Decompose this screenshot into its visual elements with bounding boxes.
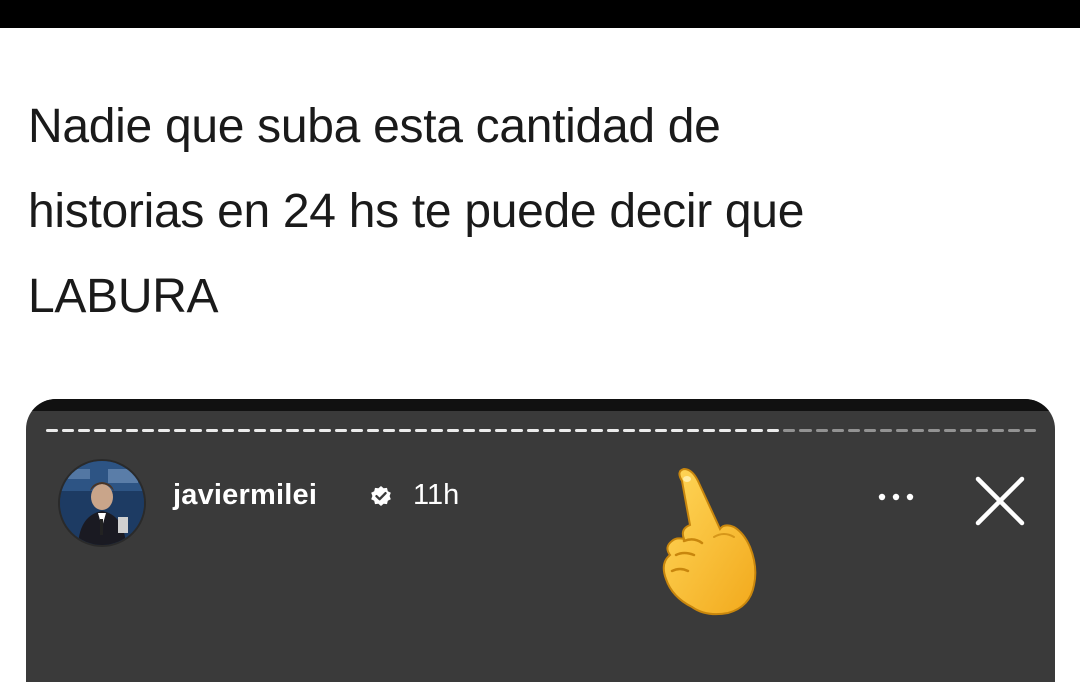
- progress-segment: [174, 429, 187, 432]
- progress-segment: [446, 429, 459, 432]
- story-progress-bar: [46, 429, 1036, 433]
- progress-segment: [366, 429, 379, 432]
- progress-segment: [575, 429, 588, 432]
- progress-segment: [703, 429, 716, 432]
- progress-segment: [94, 429, 107, 432]
- progress-segment: [735, 429, 748, 432]
- progress-segment: [927, 429, 940, 432]
- story-timestamp: 11h: [413, 479, 460, 511]
- progress-segment: [414, 429, 427, 432]
- instagram-story-screenshot: javiermilei 11h: [26, 399, 1055, 682]
- progress-segment: [559, 429, 572, 432]
- progress-segment: [639, 429, 652, 432]
- post-caption: Nadie que suba esta cantidad de historias…: [28, 84, 1058, 339]
- close-icon[interactable]: [972, 473, 1028, 529]
- caption-line-3: LABURA: [28, 270, 219, 323]
- progress-segment: [110, 429, 123, 432]
- progress-segment: [879, 429, 892, 432]
- progress-segment: [591, 429, 604, 432]
- progress-segment: [334, 429, 347, 432]
- pointing-up-emoji-icon: [662, 467, 757, 616]
- progress-segment: [254, 429, 267, 432]
- progress-segment: [799, 429, 812, 432]
- progress-segment: [943, 429, 956, 432]
- progress-segment: [1023, 429, 1036, 432]
- profile-avatar[interactable]: [58, 459, 146, 547]
- progress-segment: [462, 429, 475, 432]
- top-black-bar: [0, 0, 1080, 28]
- progress-segment: [767, 429, 780, 432]
- progress-segment: [655, 429, 668, 432]
- progress-segment: [991, 429, 1004, 432]
- progress-segment: [671, 429, 684, 432]
- progress-segment: [831, 429, 844, 432]
- progress-segment: [847, 429, 860, 432]
- progress-segment: [975, 429, 988, 432]
- progress-segment: [126, 429, 139, 432]
- progress-segment: [815, 429, 828, 432]
- progress-segment: [623, 429, 636, 432]
- progress-segment: [318, 429, 331, 432]
- progress-segment: [62, 429, 75, 432]
- progress-segment: [751, 429, 764, 432]
- progress-segment: [687, 429, 700, 432]
- progress-segment: [1007, 429, 1020, 432]
- progress-segment: [222, 429, 235, 432]
- progress-segment: [607, 429, 620, 432]
- screenshot-page: Nadie que suba esta cantidad de historias…: [0, 0, 1080, 682]
- progress-segment: [430, 429, 443, 432]
- progress-segment: [158, 429, 171, 432]
- progress-segment: [494, 429, 507, 432]
- progress-segment: [238, 429, 251, 432]
- progress-segment: [719, 429, 732, 432]
- progress-segment: [302, 429, 315, 432]
- avatar-photo: [60, 461, 144, 545]
- verified-badge-icon: [371, 486, 391, 506]
- progress-segment: [510, 429, 523, 432]
- progress-segment: [783, 429, 796, 432]
- progress-segment: [863, 429, 876, 432]
- progress-segment: [270, 429, 283, 432]
- progress-segment: [542, 429, 555, 432]
- progress-segment: [350, 429, 363, 432]
- more-options-icon[interactable]: [876, 491, 916, 503]
- progress-segment: [478, 429, 491, 432]
- progress-segment: [142, 429, 155, 432]
- progress-segment: [398, 429, 411, 432]
- caption-line-2: historias en 24 hs te puede decir que: [28, 185, 805, 238]
- progress-segment: [959, 429, 972, 432]
- caption-line-1: Nadie que suba esta cantidad de: [28, 100, 721, 153]
- progress-segment: [382, 429, 395, 432]
- progress-segment: [526, 429, 539, 432]
- story-username[interactable]: javiermilei: [173, 479, 317, 512]
- progress-segment: [78, 429, 91, 432]
- progress-segment: [206, 429, 219, 432]
- progress-segment: [286, 429, 299, 432]
- progress-segment: [46, 429, 59, 432]
- progress-segment: [895, 429, 908, 432]
- progress-segment: [911, 429, 924, 432]
- progress-segment: [190, 429, 203, 432]
- story-top-edge: [26, 399, 1055, 411]
